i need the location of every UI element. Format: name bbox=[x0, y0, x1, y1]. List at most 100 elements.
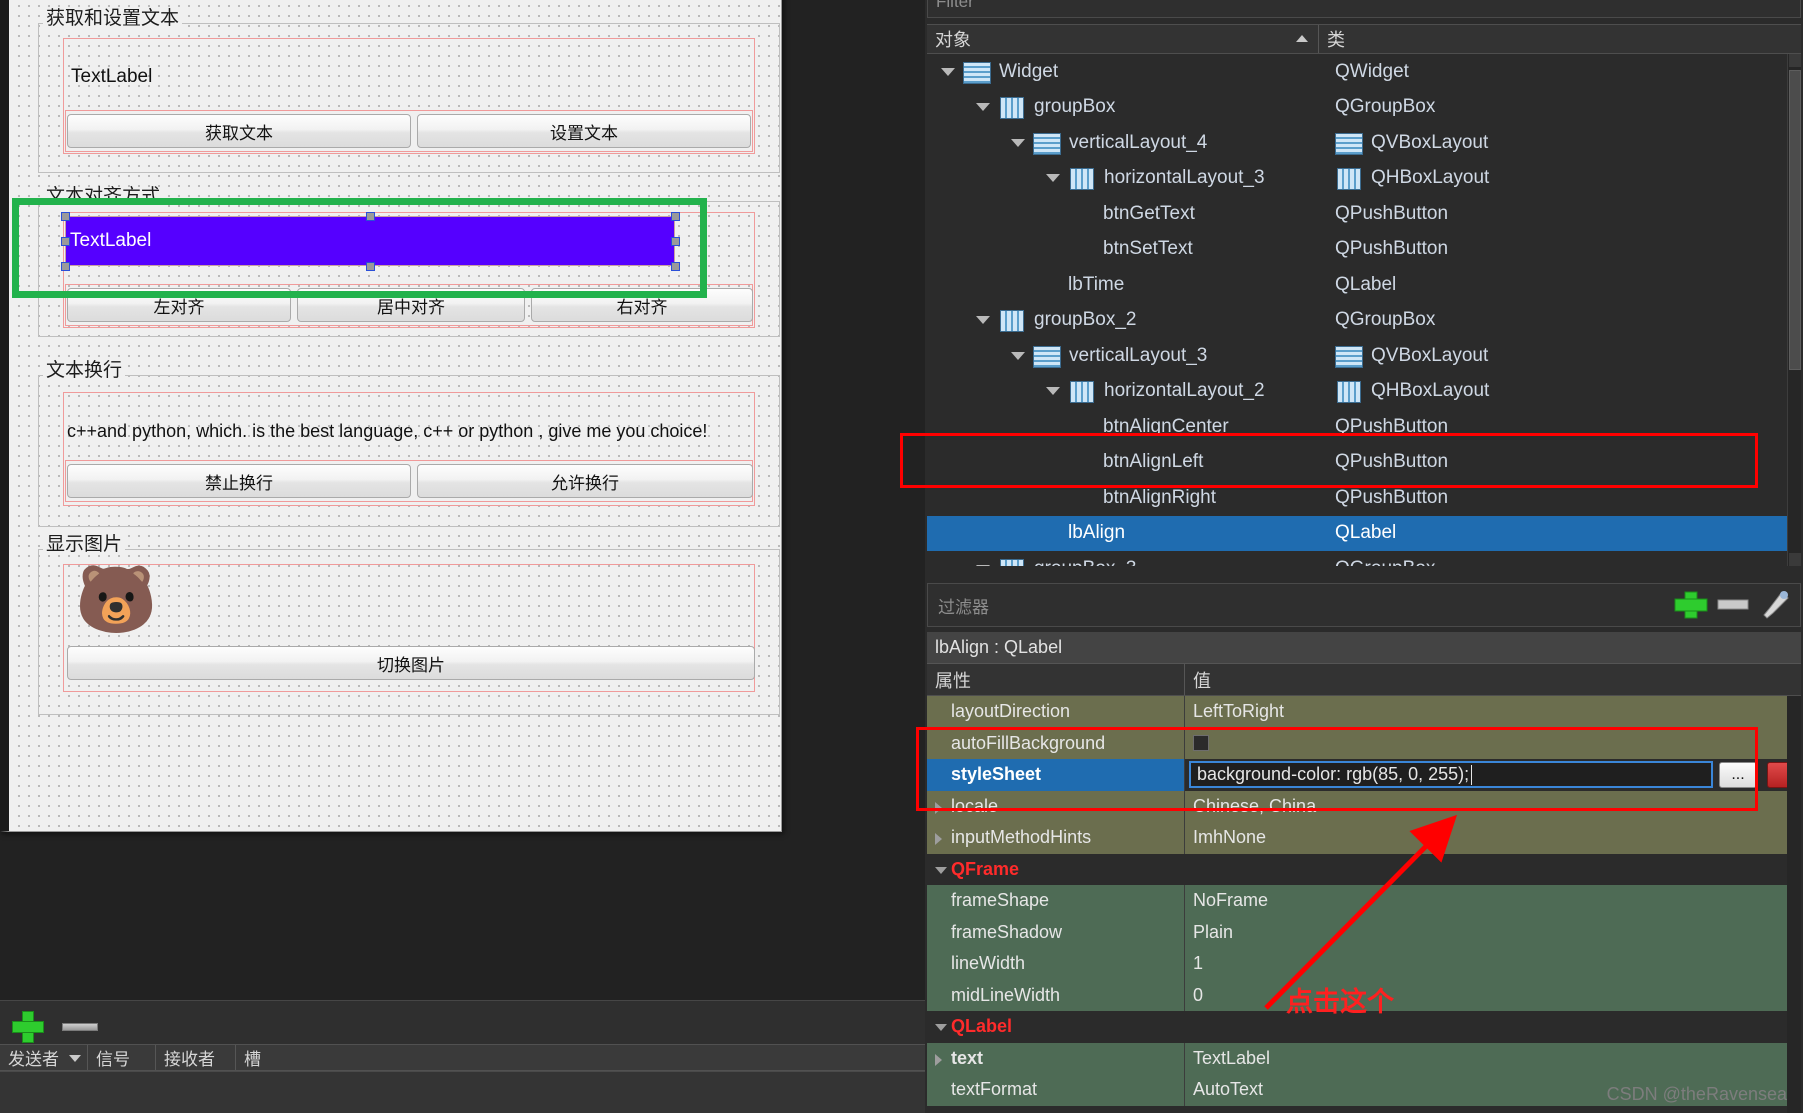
tree-row[interactable]: groupBox_2 QGroupBox bbox=[927, 303, 1801, 339]
chevron-down-icon[interactable] bbox=[935, 866, 947, 874]
resize-handle-br[interactable] bbox=[671, 262, 680, 271]
button-enable-wrap[interactable]: 允许换行 bbox=[417, 464, 753, 498]
resize-handle-bl[interactable] bbox=[61, 262, 70, 271]
object-filter-input[interactable]: Filter bbox=[927, 0, 1801, 18]
remove-icon[interactable] bbox=[62, 1023, 98, 1031]
scroll-down-icon[interactable] bbox=[1789, 553, 1801, 566]
property-row[interactable]: text TextLabel bbox=[927, 1042, 1801, 1075]
property-value-cell[interactable]: Plain bbox=[1185, 917, 1801, 949]
column-sender[interactable]: 发送者 bbox=[0, 1045, 88, 1070]
groupbox-show-image[interactable]: 显示图片 🐻 切换图片 bbox=[38, 535, 780, 715]
chevron-right-icon[interactable] bbox=[935, 833, 942, 845]
property-remove-icon[interactable] bbox=[1713, 586, 1753, 624]
stylesheet-browse-button[interactable]: ... bbox=[1719, 762, 1757, 788]
column-receiver[interactable]: 接收者 bbox=[156, 1045, 236, 1070]
scrollbar-thumb[interactable] bbox=[1789, 70, 1801, 370]
autofill-background-checkbox[interactable] bbox=[1193, 735, 1209, 752]
tree-row[interactable]: btnAlignCenter QPushButton bbox=[927, 409, 1801, 445]
property-table[interactable]: layoutDirection LeftToRight autoFillBackgr… bbox=[927, 696, 1801, 1113]
chevron-down-icon[interactable] bbox=[1011, 138, 1025, 147]
groupbox-text-alignment[interactable]: 文本对齐方式 TextLabel 左对齐 居中对齐 右对齐 bbox=[38, 187, 780, 337]
tree-row[interactable]: Widget QWidget bbox=[927, 54, 1801, 90]
property-value-cell[interactable]: 1 bbox=[1185, 948, 1801, 980]
form-preview-window[interactable]: 获取和设置文本 TextLabel 获取文本 设置文本 文本对齐方式 TextL… bbox=[0, 0, 782, 832]
groupbox-get-set-text[interactable]: 获取和设置文本 TextLabel 获取文本 设置文本 bbox=[38, 9, 780, 173]
property-row[interactable]: frameShape NoFrame bbox=[927, 885, 1801, 917]
signal-editor-body[interactable] bbox=[0, 1071, 925, 1113]
tree-row[interactable]: btnSetText QPushButton bbox=[927, 232, 1801, 268]
button-set-text[interactable]: 设置文本 bbox=[417, 114, 751, 148]
tree-row[interactable]: lbTime QLabel bbox=[927, 267, 1801, 303]
tree-row[interactable]: lbAlign QLabel bbox=[927, 515, 1801, 551]
label-wrap-text[interactable]: c++and python, which. is the best langua… bbox=[67, 418, 753, 444]
property-row[interactable]: styleSheet background-color: rgb(85, 0, 2… bbox=[927, 759, 1801, 791]
property-row[interactable]: inputMethodHints ImhNone bbox=[927, 822, 1801, 854]
property-row[interactable]: lineWidth 1 bbox=[927, 948, 1801, 980]
property-add-icon[interactable] bbox=[1671, 586, 1711, 624]
resize-handle-tr[interactable] bbox=[671, 212, 680, 221]
property-value-cell[interactable] bbox=[1185, 854, 1801, 886]
property-value-cell[interactable]: NoFrame bbox=[1185, 885, 1801, 917]
groupbox-word-wrap[interactable]: 文本换行 c++and python, which. is the best l… bbox=[38, 361, 780, 527]
chevron-down-icon[interactable] bbox=[1046, 387, 1060, 396]
property-value-cell[interactable]: Chinese, China bbox=[1185, 791, 1801, 823]
tree-row[interactable]: btnGetText QPushButton bbox=[927, 196, 1801, 232]
chevron-down-icon[interactable] bbox=[1046, 174, 1060, 183]
tree-row[interactable]: horizontalLayout_3 QHBoxLayout bbox=[927, 161, 1801, 197]
chevron-right-icon[interactable] bbox=[935, 1053, 942, 1066]
button-align-left[interactable]: 左对齐 bbox=[67, 288, 291, 322]
tree-row[interactable]: btnAlignLeft QPushButton bbox=[927, 445, 1801, 481]
tree-row[interactable]: verticalLayout_4 QVBoxLayout bbox=[927, 125, 1801, 161]
property-row[interactable]: QFrame bbox=[927, 853, 1801, 886]
tree-row[interactable]: groupBox QGroupBox bbox=[927, 90, 1801, 126]
form-canvas[interactable]: 获取和设置文本 TextLabel 获取文本 设置文本 文本对齐方式 TextL… bbox=[18, 0, 781, 831]
property-row[interactable]: layoutDirection LeftToRight bbox=[927, 696, 1801, 728]
property-value-cell[interactable]: LeftToRight bbox=[1185, 696, 1801, 728]
property-scrollbar[interactable] bbox=[1787, 696, 1801, 1113]
chevron-right-icon[interactable] bbox=[935, 801, 942, 814]
property-value-cell[interactable]: ImhNone bbox=[1185, 822, 1801, 854]
add-icon[interactable] bbox=[12, 1011, 44, 1043]
column-slot[interactable]: 槽 bbox=[236, 1045, 925, 1070]
property-value-cell[interactable]: 0 bbox=[1185, 980, 1801, 1012]
tree-row[interactable]: horizontalLayout_2 QHBoxLayout bbox=[927, 374, 1801, 410]
resize-handle-bc[interactable] bbox=[366, 262, 375, 271]
chevron-down-icon[interactable] bbox=[976, 316, 990, 325]
stylesheet-value-input[interactable]: background-color: rgb(85, 0, 255); bbox=[1189, 761, 1713, 788]
property-value-cell[interactable]: TextLabel bbox=[1185, 1043, 1801, 1075]
button-disable-wrap[interactable]: 禁止换行 bbox=[67, 464, 411, 498]
tree-row[interactable]: btnAlignRight QPushButton bbox=[927, 480, 1801, 516]
column-property[interactable]: 属性 bbox=[927, 664, 1185, 695]
resize-handle-ml[interactable] bbox=[61, 237, 70, 246]
tree-row[interactable]: groupBox_3 QGroupBox bbox=[927, 551, 1801, 566]
property-value-cell[interactable] bbox=[1185, 1011, 1801, 1043]
column-value[interactable]: 值 bbox=[1185, 664, 1801, 695]
property-settings-wrench-icon[interactable] bbox=[1755, 586, 1795, 624]
chevron-down-icon[interactable] bbox=[976, 564, 990, 566]
property-row[interactable]: locale Chinese, China bbox=[927, 790, 1801, 823]
button-switch-image[interactable]: 切换图片 bbox=[67, 646, 755, 680]
chevron-down-icon[interactable] bbox=[976, 103, 990, 112]
object-tree-scrollbar[interactable] bbox=[1787, 54, 1801, 566]
chevron-down-icon[interactable] bbox=[1011, 351, 1025, 360]
chevron-down-icon[interactable] bbox=[941, 67, 955, 76]
scroll-up-icon[interactable] bbox=[1789, 54, 1801, 67]
label-lbalign-selected[interactable]: TextLabel bbox=[65, 216, 675, 266]
property-row[interactable]: autoFillBackground bbox=[927, 727, 1801, 760]
button-align-center[interactable]: 居中对齐 bbox=[297, 288, 525, 322]
resize-handle-tl[interactable] bbox=[61, 212, 70, 221]
property-row[interactable]: frameShadow Plain bbox=[927, 916, 1801, 949]
property-filter-input[interactable]: 过滤器 bbox=[927, 583, 1801, 627]
column-class[interactable]: 类 bbox=[1319, 25, 1801, 53]
label-textlabel-1[interactable]: TextLabel bbox=[71, 64, 371, 90]
chevron-down-icon[interactable] bbox=[935, 1024, 947, 1031]
resize-handle-tc[interactable] bbox=[366, 212, 375, 221]
button-get-text[interactable]: 获取文本 bbox=[67, 114, 411, 148]
property-value-cell[interactable] bbox=[1185, 728, 1801, 760]
tree-row[interactable]: verticalLayout_3 QVBoxLayout bbox=[927, 338, 1801, 374]
button-align-right[interactable]: 右对齐 bbox=[531, 288, 753, 322]
column-signal[interactable]: 信号 bbox=[88, 1045, 156, 1070]
resize-handle-mr[interactable] bbox=[671, 237, 680, 246]
object-tree[interactable]: Widget QWidget groupBox QGroupBox verticalLa… bbox=[927, 54, 1801, 566]
column-object[interactable]: 对象 bbox=[927, 25, 1319, 53]
